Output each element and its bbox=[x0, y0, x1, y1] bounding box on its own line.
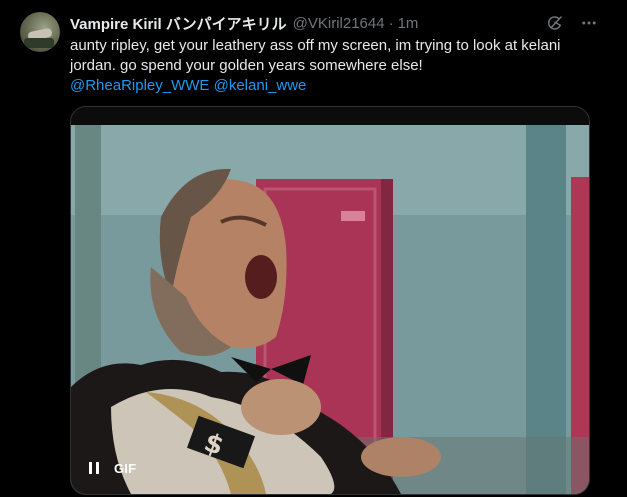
more-icon[interactable] bbox=[579, 13, 599, 33]
timestamp[interactable]: 1m bbox=[398, 15, 419, 32]
tweet-header: Vampire Kiril バンパイアキリル @VKiril21644 · 1m bbox=[70, 12, 607, 34]
header-actions bbox=[545, 12, 599, 34]
grok-icon[interactable] bbox=[545, 13, 565, 33]
tweet-text: aunty ripley, get your leathery ass off … bbox=[70, 36, 610, 96]
gif-frame: $ bbox=[71, 107, 589, 494]
mention-link[interactable]: @RheaRipley_WWE bbox=[70, 77, 209, 94]
display-name[interactable]: Vampire Kiril バンパイアキリル bbox=[70, 13, 287, 34]
separator-dot: · bbox=[388, 14, 394, 32]
gif-badge: GIF bbox=[114, 460, 137, 476]
avatar-ground bbox=[24, 38, 54, 48]
mention-link[interactable]: @kelani_wwe bbox=[214, 77, 307, 94]
user-handle[interactable]: @VKiril21644 bbox=[293, 15, 385, 32]
gif-media[interactable]: $ GIF bbox=[70, 106, 590, 495]
tweet-text-line: aunty ripley, get your leathery ass off … bbox=[70, 37, 561, 54]
gif-controls: GIF bbox=[84, 458, 136, 478]
tweet[interactable]: Vampire Kiril バンパイアキリル @VKiril21644 · 1m bbox=[0, 0, 627, 497]
pause-icon[interactable] bbox=[84, 458, 104, 478]
mentions: @RheaRipley_WWE @kelani_wwe bbox=[70, 76, 610, 96]
avatar[interactable] bbox=[20, 12, 60, 52]
tweet-text-line: jordan. go spend your golden years somew… bbox=[70, 57, 423, 74]
